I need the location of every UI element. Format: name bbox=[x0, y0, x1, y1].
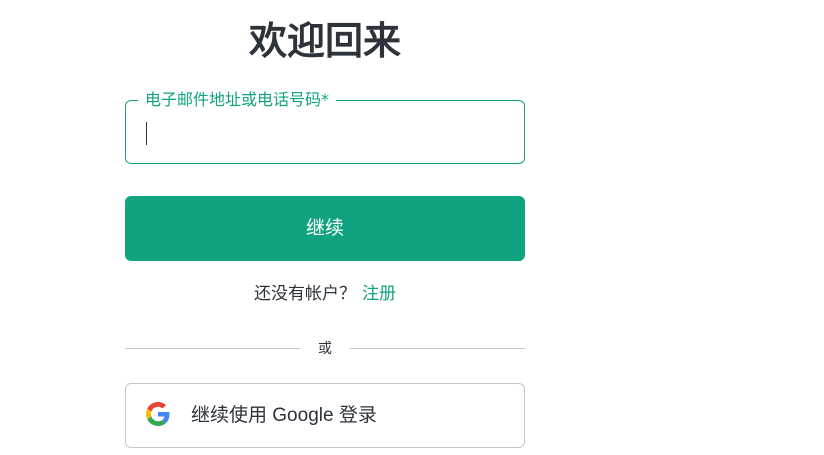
or-divider: 或 bbox=[125, 337, 525, 361]
continue-button[interactable]: 继续 bbox=[125, 196, 525, 261]
page-title: 欢迎回来 bbox=[248, 19, 401, 63]
signup-prompt-text: 还没有帐户？ bbox=[254, 284, 356, 304]
email-field-label: 电子邮件地址或电话号码* bbox=[138, 88, 337, 112]
google-login-label: 继续使用 Google 登录 bbox=[191, 405, 377, 426]
google-login-button[interactable]: 继续使用 Google 登录 bbox=[125, 383, 525, 448]
email-input[interactable] bbox=[142, 115, 508, 151]
divider-text: 或 bbox=[318, 341, 332, 357]
login-page: 欢迎回来 电子邮件地址或电话号码* 继续 还没有帐户？ 注册 或 继续使用 Goo… bbox=[0, 0, 824, 455]
signup-prompt-row: 还没有帐户？ 注册 bbox=[125, 280, 525, 308]
signup-link[interactable]: 注册 bbox=[362, 284, 396, 304]
text-cursor bbox=[146, 122, 147, 145]
email-field[interactable]: 电子邮件地址或电话号码* bbox=[125, 88, 525, 164]
google-logo-icon bbox=[146, 402, 170, 426]
divider-line-right bbox=[350, 348, 525, 349]
